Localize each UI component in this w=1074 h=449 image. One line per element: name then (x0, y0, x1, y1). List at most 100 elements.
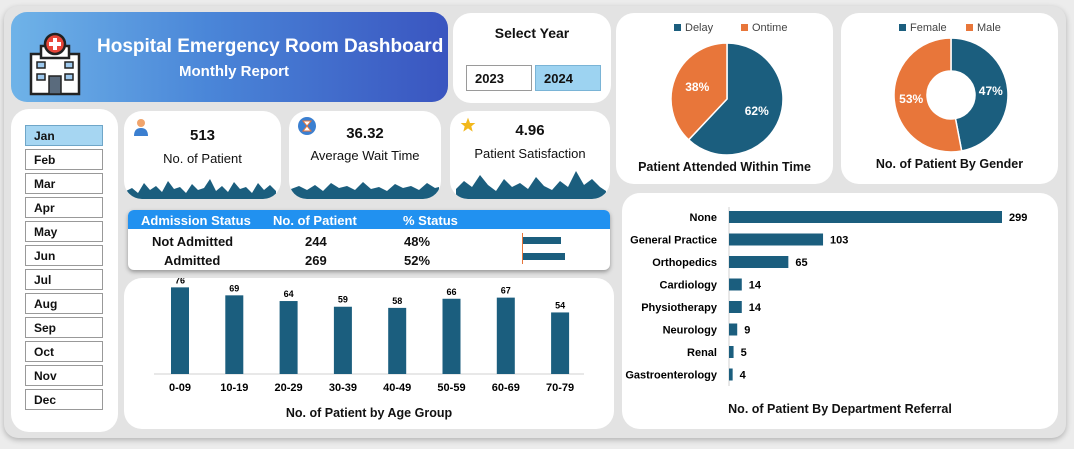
sparkline (456, 171, 606, 199)
bar-data-label: 299 (1009, 212, 1027, 224)
slice-data-label: 53% (899, 92, 923, 106)
dashboard-subtitle: Monthly Report (179, 63, 289, 80)
kpi-patients-value: 513 (189, 127, 216, 144)
row-status: Admitted (164, 253, 221, 268)
bar-data-label: 69 (229, 283, 239, 293)
bar-data-label: 76 (175, 278, 185, 285)
month-button-sep[interactable]: Sep (25, 317, 103, 338)
y-tick-label: None (690, 212, 718, 224)
x-tick-label: 10-19 (220, 382, 248, 394)
age-bar (442, 298, 461, 374)
bar-data-label: 9 (744, 325, 750, 337)
column-header: % Status (403, 213, 458, 228)
x-tick-label: 60-69 (492, 382, 520, 394)
bar-data-label: 64 (284, 289, 294, 299)
month-button-jul[interactable]: Jul (25, 269, 103, 290)
month-button-feb[interactable]: Feb (25, 149, 103, 170)
month-button-nov[interactable]: Nov (25, 365, 103, 386)
bar-data-label: 67 (501, 286, 511, 296)
bar-data-label: 54 (555, 300, 565, 310)
bar-axis (522, 233, 523, 264)
y-tick-label: Physiotherapy (641, 302, 718, 314)
sparkline (126, 179, 276, 199)
admission-table: Admission Status No. of Patient % Status… (128, 210, 610, 270)
y-tick-label: Neurology (663, 325, 718, 337)
y-tick-label: Gastroenterology (625, 370, 718, 382)
status-share-bar (522, 237, 561, 244)
x-tick-label: 0-09 (169, 382, 191, 394)
age-bar (496, 297, 515, 374)
y-tick-label: General Practice (630, 235, 717, 247)
legend-label: Male (977, 22, 1001, 34)
month-button-apr[interactable]: Apr (25, 197, 103, 218)
department-bar (729, 211, 1002, 223)
department-bar (729, 256, 789, 268)
month-button-jan[interactable]: Jan (25, 125, 103, 146)
x-tick-label: 30-39 (329, 382, 357, 394)
age-chart-title: No. of Patient by Age Group (285, 406, 453, 420)
bar-data-label: 65 (795, 257, 807, 269)
x-tick-label: 70-79 (546, 382, 574, 394)
month-button-mar[interactable]: Mar (25, 173, 103, 194)
y-tick-label: Cardiology (660, 280, 718, 292)
department-chart-card: None 299 General Practice 103 Orthopedics 65 C… (622, 193, 1058, 429)
slice-data-label: 62% (745, 104, 769, 118)
year-button-2024[interactable]: 2024 (535, 65, 601, 91)
month-button-jun[interactable]: Jun (25, 245, 103, 266)
attended-time-chart-card: Delay Ontime 62% 38% Patient Attended Withi… (616, 13, 833, 184)
bar-data-label: 4 (740, 370, 747, 382)
department-bar (729, 346, 734, 358)
month-button-dec[interactable]: Dec (25, 389, 103, 410)
department-bar (729, 368, 733, 381)
bar-data-label: 103 (830, 235, 848, 247)
slice-data-label: 38% (685, 80, 709, 94)
month-button-aug[interactable]: Aug (25, 293, 103, 314)
year-button-2023[interactable]: 2023 (466, 65, 532, 91)
legend-label: Ontime (752, 22, 787, 34)
age-bar (225, 295, 244, 374)
department-chart-title: No. of Patient By Department Referral (728, 402, 952, 416)
attended-time-pie: Delay Ontime 62% 38% (670, 22, 787, 156)
age-bar (279, 301, 298, 374)
kpi-satisfaction-value: 4.96 (515, 122, 545, 139)
bar-data-label: 14 (749, 280, 762, 292)
department-bar (729, 301, 742, 313)
kpi-card-satisfaction: 4.96 Patient Satisfaction (450, 111, 610, 199)
bar-data-label: 58 (392, 296, 402, 306)
row-count: 269 (305, 253, 327, 268)
bar-data-label: 59 (338, 295, 348, 305)
department-chart: None 299 General Practice 103 Orthopedics 65 C… (625, 207, 1027, 386)
status-share-bar (522, 253, 565, 260)
age-bar (388, 307, 407, 374)
department-bar (729, 233, 824, 246)
gender-chart-title: No. of Patient By Gender (875, 157, 1024, 171)
table-header: Admission Status No. of Patient % Status (128, 210, 610, 229)
department-bar (729, 278, 742, 291)
month-button-oct[interactable]: Oct (25, 341, 103, 362)
bar-data-label: 5 (741, 347, 747, 359)
kpi-patients-label: No. of Patient (163, 151, 242, 166)
kpi-wait-label: Average Wait Time (310, 148, 420, 163)
dashboard-header: Hospital Emergency Room Dashboard Monthl… (11, 12, 448, 102)
gender-chart-card: Female Male 47% 53% No. of Patient By Gende… (841, 13, 1058, 184)
time-chart-title: Patient Attended Within Time (638, 160, 811, 174)
age-bar (333, 306, 352, 374)
kpi-card-wait-time: 36.32 Average Wait Time (289, 111, 441, 199)
legend-swatch (741, 24, 748, 31)
row-count: 244 (305, 234, 327, 249)
y-tick-label: Renal (687, 347, 717, 359)
month-button-may[interactable]: May (25, 221, 103, 242)
kpi-card-patients: 513 No. of Patient (124, 111, 281, 199)
year-selector-title: Select Year (494, 25, 570, 41)
x-tick-label: 40-49 (383, 382, 411, 394)
legend-swatch (674, 24, 681, 31)
bar-data-label: 66 (446, 287, 456, 297)
sparkline (291, 182, 439, 199)
x-tick-label: 50-59 (437, 382, 465, 394)
kpi-wait-value: 36.32 (346, 125, 384, 142)
x-tick-label: 20-29 (275, 382, 303, 394)
kpi-satisfaction-label: Patient Satisfaction (474, 146, 586, 161)
row-pct: 48% (404, 234, 431, 249)
department-bar (729, 323, 738, 336)
legend-swatch (966, 24, 973, 31)
